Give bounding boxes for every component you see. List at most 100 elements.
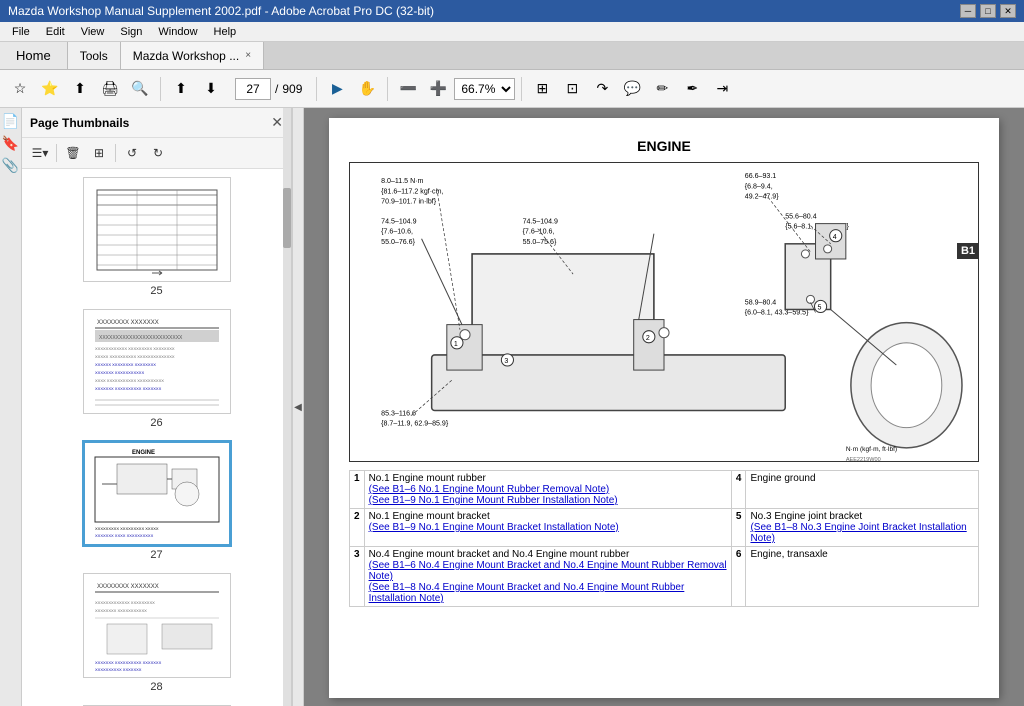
thumbnail-list[interactable]: 25 XXXXXXXX XXXXXXX XXXXXXXXXXXXXXXXXXXX…	[22, 169, 291, 706]
svg-text:55.0–76.6}: 55.0–76.6}	[381, 239, 415, 246]
page-input[interactable]: 27	[235, 78, 271, 100]
thumbnail-page-26[interactable]: XXXXXXXX XXXXXXX XXXXXXXXXXXXXXXXXXXXXXX…	[30, 309, 283, 429]
thumbnail-page-28[interactable]: XXXXXXXX XXXXXXX XXXXXXXXXXXXX XXXXXXXXX…	[30, 573, 283, 693]
part-num-5: 5	[731, 509, 746, 547]
thumbnail-page-27[interactable]: ENGINE XXXXXXXXX XXXXXXXXX XXXXX XXXXXXX…	[30, 441, 283, 561]
svg-text:{81.6–117.2 kgf·cm,: {81.6–117.2 kgf·cm,	[381, 188, 443, 195]
svg-text:XXXXXXXXX XXXXXXXXX XXXXX: XXXXXXXXX XXXXXXXXX XXXXX	[95, 526, 159, 531]
comment-button[interactable]: 💬	[618, 75, 646, 103]
svg-text:XXXXXXXXXXXXX XXXXXXXXX: XXXXXXXXXXXXX XXXXXXXXX	[95, 600, 155, 605]
toolbar-separator-3	[387, 77, 388, 101]
part-num-1: 1	[350, 471, 365, 509]
menu-window[interactable]: Window	[150, 24, 205, 40]
title-bar: Mazda Workshop Manual Supplement 2002.pd…	[0, 0, 1024, 22]
engine-title: ENGINE	[349, 138, 979, 154]
rotate-cw-button[interactable]: ↷	[588, 75, 616, 103]
marquee-zoom-button[interactable]: ⊞	[528, 75, 556, 103]
select-tool-button[interactable]: ▶	[323, 75, 351, 103]
parts-row-3: 3 No.4 Engine mount bracket and No.4 Eng…	[350, 547, 979, 607]
pdf-area[interactable]: ENGINE 8.0–11.5 N·m {81.6–117.2 kgf·cm, …	[304, 108, 1024, 706]
part-desc-1: No.1 Engine mount rubber (See B1–6 No.1 …	[364, 471, 731, 509]
svg-text:2: 2	[646, 335, 650, 342]
main-area: 📄 🔖 📎 Page Thumbnails ✕ ☰▾ 🗑 ⊞ ↺ ↻	[0, 108, 1024, 706]
panel-title: Page Thumbnails	[30, 116, 129, 130]
bookmark-side-icon[interactable]: 🔖	[2, 134, 20, 152]
bookmark-button[interactable]: ⭐	[36, 75, 64, 103]
svg-text:55.6–80.4: 55.6–80.4	[785, 214, 816, 221]
left-sidebar-icons: 📄 🔖 📎	[0, 108, 22, 706]
minimize-button[interactable]: ─	[960, 4, 976, 18]
thumb-label-26: 26	[150, 417, 162, 429]
hand-tool-button[interactable]: ✋	[353, 75, 381, 103]
menu-view[interactable]: View	[73, 24, 113, 40]
panel-rotate-ccw-button[interactable]: ↺	[120, 142, 144, 164]
panel-header: Page Thumbnails ✕	[22, 108, 291, 138]
thumb-img-25	[83, 177, 231, 282]
thumb-img-28: XXXXXXXX XXXXXXX XXXXXXXXXXXXX XXXXXXXXX…	[83, 573, 231, 678]
panel-delete-button[interactable]: 🗑	[61, 142, 85, 164]
zoom-select[interactable]: 66.7% 50% 75% 100% 125% 150%	[454, 78, 515, 100]
attachment-icon[interactable]: 📎	[2, 156, 20, 174]
part-desc-4: Engine ground	[746, 471, 979, 509]
toolbar-separator-1	[160, 77, 161, 101]
panel-options-button[interactable]: ☰▾	[28, 142, 52, 164]
scroll-thumb[interactable]	[283, 188, 291, 248]
maximize-button[interactable]: □	[980, 4, 996, 18]
parts-row-1: 1 No.1 Engine mount rubber (See B1–6 No.…	[350, 471, 979, 509]
thumb-label-25: 25	[150, 285, 162, 297]
collapse-panel-handle[interactable]: ◀	[292, 108, 304, 706]
svg-text:N·m (kgf·m, ft·lbf): N·m (kgf·m, ft·lbf)	[846, 446, 897, 453]
total-pages: 909	[282, 82, 302, 96]
panel-sep-2	[115, 144, 116, 162]
svg-text:XXXXXXX XXXXXXXXXX XXXXXXX: XXXXXXX XXXXXXXXXX XXXXXXX	[95, 386, 162, 391]
upload-button[interactable]: ⬆	[66, 75, 94, 103]
zoom-in-button[interactable]: ➕	[424, 75, 452, 103]
panel-rotate-cw-button[interactable]: ↻	[146, 142, 170, 164]
svg-text:85.3–116.6: 85.3–116.6	[381, 411, 416, 418]
pdf-page: ENGINE 8.0–11.5 N·m {81.6–117.2 kgf·cm, …	[329, 118, 999, 698]
share-button[interactable]: ⇥	[708, 75, 736, 103]
tab-close-button[interactable]: ×	[245, 50, 251, 61]
create-button[interactable]: ☆	[6, 75, 34, 103]
toolbar-separator-4	[521, 77, 522, 101]
tab-tools[interactable]: Tools	[68, 42, 121, 69]
close-button[interactable]: ✕	[1000, 4, 1016, 18]
fit-page-button[interactable]: ⊡	[558, 75, 586, 103]
thumb-label-28: 28	[150, 681, 162, 693]
svg-text:{7.6–10.6,: {7.6–10.6,	[381, 229, 413, 236]
window-controls: ─ □ ✕	[960, 4, 1016, 18]
svg-text:1: 1	[454, 341, 458, 348]
print-button[interactable]: 🖨	[96, 75, 124, 103]
panel-toolbar: ☰▾ 🗑 ⊞ ↺ ↻	[22, 138, 291, 169]
tab-document[interactable]: Mazda Workshop ... ×	[121, 42, 264, 69]
svg-text:66.6–93.1: 66.6–93.1	[745, 173, 776, 180]
svg-text:74.5–104.9: 74.5–104.9	[381, 219, 416, 226]
parts-table: 1 No.1 Engine mount rubber (See B1–6 No.…	[349, 470, 979, 607]
scroll-indicator	[283, 108, 291, 706]
page-icon[interactable]: 📄	[2, 112, 20, 130]
svg-text:XXXXXXXXXXXXXXXXXXXXXXXXX: XXXXXXXXXXXXXXXXXXXXXXXXX	[99, 335, 183, 341]
tool3-button[interactable]: ✒	[678, 75, 706, 103]
zoom-out-button[interactable]: ➖	[394, 75, 422, 103]
menu-file[interactable]: File	[4, 24, 38, 40]
search-button[interactable]: 🔍	[126, 75, 154, 103]
menu-sign[interactable]: Sign	[112, 24, 150, 40]
thumbnail-page-25[interactable]: 25	[30, 177, 283, 297]
next-page-button[interactable]: ⬇	[197, 75, 225, 103]
tab-home[interactable]: Home	[0, 42, 68, 69]
svg-text:5: 5	[818, 304, 822, 311]
svg-text:4: 4	[833, 234, 837, 241]
menu-help[interactable]: Help	[206, 24, 245, 40]
highlight-button[interactable]: ✏	[648, 75, 676, 103]
svg-text:8.0–11.5 N·m: 8.0–11.5 N·m	[381, 178, 423, 185]
menu-edit[interactable]: Edit	[38, 24, 73, 40]
svg-text:{8.7–11.9, 62.9–85.9}: {8.7–11.9, 62.9–85.9}	[381, 421, 449, 428]
thumb-img-27: ENGINE XXXXXXXXX XXXXXXXXX XXXXX XXXXXXX…	[83, 441, 231, 546]
prev-page-button[interactable]: ⬆	[167, 75, 195, 103]
toolbar-separator-2	[316, 77, 317, 101]
thumb-img-26: XXXXXXXX XXXXXXX XXXXXXXXXXXXXXXXXXXXXXX…	[83, 309, 231, 414]
svg-text:{6.8–9.4,: {6.8–9.4,	[745, 183, 773, 190]
part-desc-2: No.1 Engine mount bracket (See B1–9 No.1…	[364, 509, 731, 547]
panel-extract-button[interactable]: ⊞	[87, 142, 111, 164]
panel-close-button[interactable]: ✕	[271, 114, 283, 131]
